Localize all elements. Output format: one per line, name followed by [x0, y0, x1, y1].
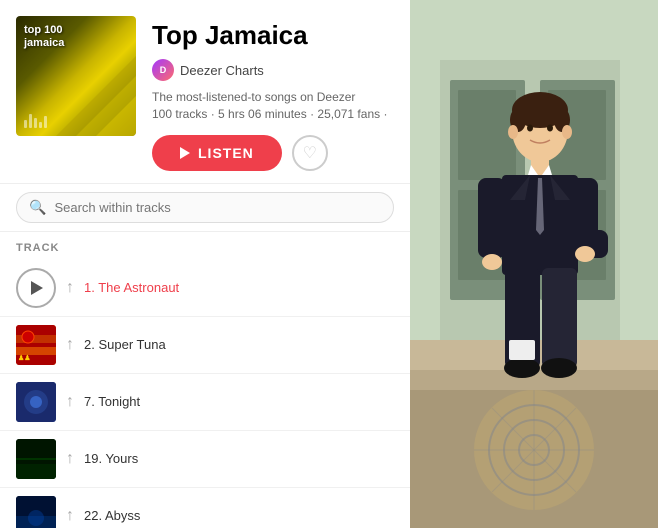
left-panel: top 100 jamaica Top Jamaica D Deezer Cha… [0, 0, 410, 528]
album-art-bars [24, 114, 47, 128]
track-list-header: TRACK [0, 232, 410, 260]
header-info: Top Jamaica D Deezer Charts The most-lis… [152, 16, 394, 171]
track-item[interactable]: ↑ 7. Tonight [0, 374, 410, 431]
track-thumb-2: ♟♟ [16, 325, 56, 365]
trend-up-icon: ↑ [66, 279, 74, 297]
playlist-meta: The most-listened-to songs on Deezer 100… [152, 89, 394, 123]
album-art-label-line1: top 100 [24, 24, 63, 37]
track-item[interactable]: ♟♟ ↑ 2. Super Tuna [0, 317, 410, 374]
track-title: 22. Abyss [84, 508, 394, 523]
deezer-charts-row: D Deezer Charts [152, 59, 394, 81]
trend-up-icon: ↑ [66, 450, 74, 468]
listen-label: LISTEN [198, 145, 254, 161]
search-bar[interactable]: 🔍 [16, 192, 394, 223]
trend-up-icon: ↑ [66, 393, 74, 411]
track-thumb-7 [16, 382, 56, 422]
track-title: 19. Yours [84, 451, 394, 466]
track-title: 1. The Astronaut [84, 280, 394, 295]
deezer-charts-label: Deezer Charts [180, 63, 264, 78]
thumb-art-22 [16, 496, 56, 528]
track-item[interactable]: ↑ 22. Abyss [0, 488, 410, 528]
track-title: 2. Super Tuna [84, 337, 394, 352]
play-triangle-icon [31, 281, 43, 295]
action-row: LISTEN ♡ [152, 135, 394, 171]
track-item[interactable]: ↑ 1. The Astronaut [0, 260, 410, 317]
search-input[interactable] [54, 200, 381, 215]
thumb-art-7 [16, 382, 56, 422]
play-icon [180, 147, 190, 159]
track-thumb-22 [16, 496, 56, 528]
thumb-art-2: ♟♟ [16, 325, 56, 365]
playlist-header: top 100 jamaica Top Jamaica D Deezer Cha… [0, 0, 410, 183]
right-panel [410, 0, 658, 528]
search-icon: 🔍 [29, 199, 46, 216]
trend-up-icon: ↑ [66, 507, 74, 525]
track-thumb-1 [16, 268, 56, 308]
svg-text:♟♟: ♟♟ [18, 354, 31, 362]
deezer-icon: D [152, 59, 174, 81]
listen-button[interactable]: LISTEN [152, 135, 282, 171]
trend-up-icon: ↑ [66, 336, 74, 354]
playlist-title: Top Jamaica [152, 20, 394, 51]
track-thumb-19 [16, 439, 56, 479]
track-item[interactable]: ↑ 19. Yours [0, 431, 410, 488]
thumb-art-19 [16, 439, 56, 479]
search-bar-wrap: 🔍 [0, 183, 410, 232]
playlist-meta-detail: 100 tracks · 5 hrs 06 minutes · 25,071 f… [152, 106, 394, 123]
person-photo [410, 0, 658, 528]
track-title: 7. Tonight [84, 394, 394, 409]
album-art-label-line2: jamaica [24, 37, 64, 50]
playlist-meta-desc: The most-listened-to songs on Deezer [152, 89, 394, 106]
favorite-button[interactable]: ♡ [292, 135, 328, 171]
album-art: top 100 jamaica [16, 16, 136, 136]
heart-icon: ♡ [303, 143, 317, 163]
album-art-decoration [56, 56, 136, 136]
